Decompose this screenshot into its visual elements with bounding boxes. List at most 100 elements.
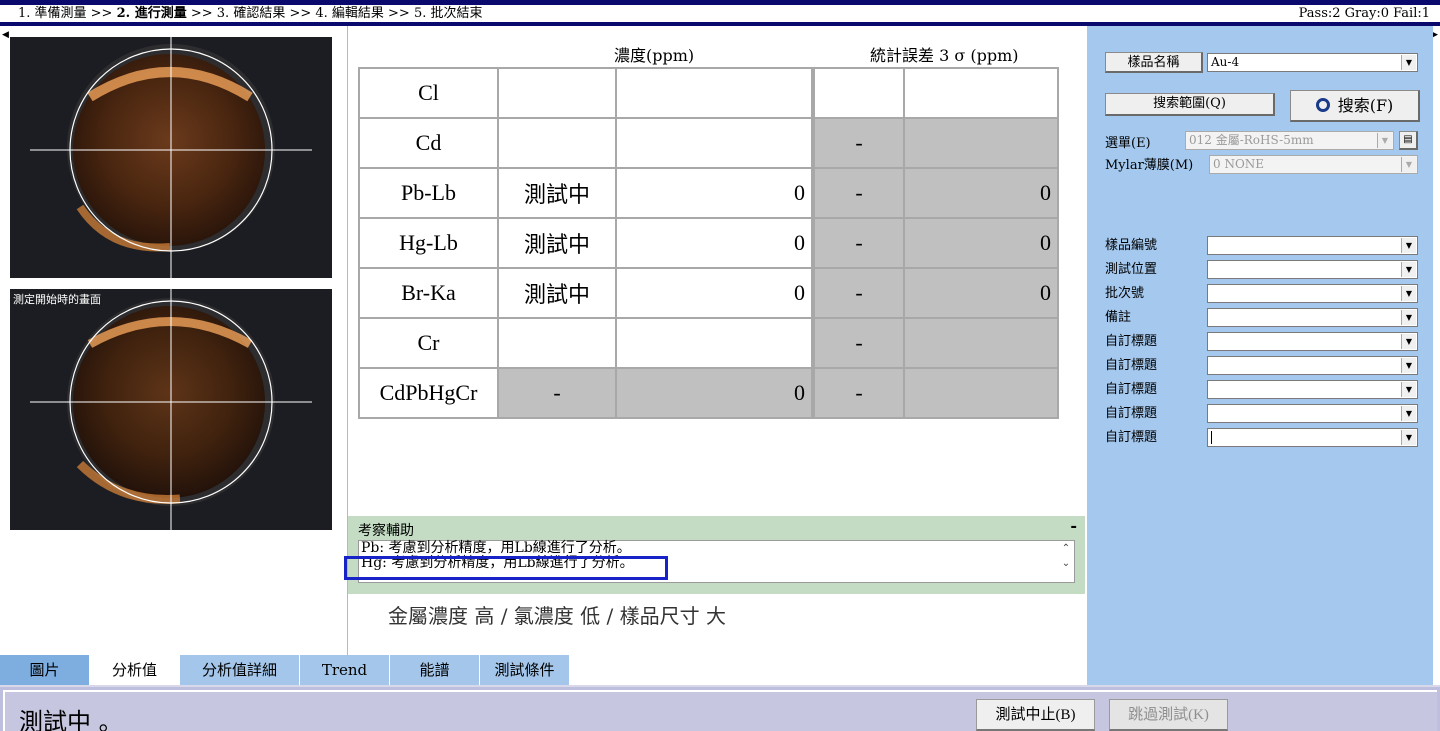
chevron-down-icon[interactable]: ▼ [1401, 55, 1416, 70]
concentration-cell: 0 [615, 267, 813, 319]
advice-panel: 考察輔助 - Pb: 考慮到分析精度，用Lb線進行了分析。 Hg: 考慮到分析精… [348, 516, 1085, 594]
status-cell: 測試中 [497, 267, 617, 319]
field-label: 備註 [1105, 310, 1132, 325]
advice-title: 考察輔助 [358, 523, 414, 539]
step-1: 1. 準備測量 >> [18, 6, 113, 21]
sigma-dash-cell: - [813, 367, 905, 419]
menu-label: 選單(E) [1105, 136, 1151, 151]
advice-line-pb: Pb: 考慮到分析精度，用Lb線進行了分析。 [361, 540, 631, 556]
field-select[interactable]: ▼ [1207, 404, 1418, 423]
sample-name-select[interactable]: Au-4 ▼ [1207, 53, 1418, 72]
chevron-down-icon[interactable]: ▼ [1401, 430, 1416, 445]
concentration-cell: 0 [615, 167, 813, 219]
tab-image[interactable]: 圖片 [0, 655, 90, 685]
tab-analysis-value[interactable]: 分析值 [90, 655, 180, 685]
field-select[interactable]: ▼ [1207, 428, 1418, 447]
step-bar: 1. 準備測量 >> 2. 進行測量 >> 3. 確認結果 >> 4. 編輯結果… [0, 5, 1440, 22]
status-cell [497, 117, 617, 169]
field-select[interactable]: ▼ [1207, 236, 1418, 255]
status-cell: - [497, 367, 617, 419]
status-cell: 測試中 [497, 167, 617, 219]
element-name-cell: Hg-Lb [358, 217, 499, 269]
chevron-down-icon[interactable]: ▼ [1377, 133, 1392, 148]
field-select[interactable]: ▼ [1207, 332, 1418, 351]
chevron-down-icon[interactable]: ▼ [1401, 334, 1416, 349]
field-select[interactable]: ▼ [1207, 356, 1418, 375]
concentration-cell: 0 [615, 217, 813, 269]
chevron-down-icon[interactable]: ▼ [1401, 238, 1416, 253]
mylar-value: 0 NONE [1213, 157, 1265, 171]
element-name-cell: Br-Ka [358, 267, 499, 319]
highlight-box [344, 556, 668, 580]
status-cell [497, 317, 617, 369]
field-select[interactable]: ▼ [1207, 260, 1418, 279]
tab-trend[interactable]: Trend [300, 655, 390, 685]
chevron-down-icon[interactable]: ▼ [1401, 262, 1416, 277]
step-2-active: 2. 進行測量 [116, 6, 187, 21]
search-button-label: 搜索(F) [1337, 96, 1394, 115]
sigma-value-cell: 0 [903, 267, 1059, 319]
col-header-concentration: 濃度(ppm) [614, 46, 695, 65]
tab-bar: 圖片 分析值 分析值詳細 Trend 能譜 測試條件 [0, 655, 570, 685]
start-image-label: 測定開始時的畫面 [13, 293, 101, 306]
tab-spectrum[interactable]: 能譜 [390, 655, 480, 685]
document-icon[interactable]: ▤ [1399, 131, 1418, 150]
sigma-dash-cell [813, 67, 905, 119]
field-label: 樣品編號 [1105, 238, 1158, 253]
field-label: 自訂標題 [1105, 406, 1158, 421]
tab-analysis-detail[interactable]: 分析值詳細 [180, 655, 300, 685]
field-select[interactable]: ▼ [1207, 380, 1418, 399]
step-list: 1. 準備測量 >> 2. 進行測量 >> 3. 確認結果 >> 4. 編輯結果… [18, 5, 482, 22]
results-row: Br-Ka 測試中 0-0 [358, 267, 1059, 319]
menu-select[interactable]: 012 金屬-RoHS-5mm ▼ [1185, 131, 1394, 150]
scroll-up-icon[interactable]: ⌃ [1058, 541, 1074, 556]
search-range-button[interactable]: 搜索範圍(Q) [1105, 93, 1275, 116]
sigma-dash-cell: - [813, 217, 905, 269]
chevron-down-icon[interactable]: ▼ [1401, 286, 1416, 301]
search-button[interactable]: 搜索(F) [1290, 90, 1420, 122]
mylar-select[interactable]: 0 NONE ▼ [1209, 155, 1418, 174]
field-select[interactable]: ▼ [1207, 308, 1418, 327]
search-icon [1315, 98, 1330, 112]
advice-minimize-button[interactable]: - [1070, 516, 1077, 535]
chevron-down-icon[interactable]: ▼ [1401, 310, 1416, 325]
chevron-down-icon[interactable]: ▼ [1401, 157, 1416, 172]
sample-summary: 金屬濃度 高 / 氯濃度 低 / 樣品尺寸 大 [388, 604, 726, 628]
skip-test-button[interactable]: 跳過測試(K) [1109, 699, 1228, 731]
sigma-value-cell [903, 67, 1059, 119]
step-3-5: >> 3. 確認結果 >> 4. 編輯結果 >> 5. 批次結束 [190, 6, 483, 21]
sigma-value-cell [903, 317, 1059, 369]
scroll-down-icon[interactable]: ⌄ [1058, 556, 1074, 571]
stop-test-button[interactable]: 測試中止(B) [976, 699, 1095, 731]
results-row: Pb-Lb 測試中 0-0 [358, 167, 1059, 219]
element-name-cell: CdPbHgCr [358, 367, 499, 419]
sigma-value-cell: 0 [903, 217, 1059, 269]
status-cell [497, 67, 617, 119]
concentration-cell [615, 117, 813, 169]
concentration-cell [615, 317, 813, 369]
collapse-left-arrow-icon[interactable]: ◀ [2, 30, 9, 40]
text-caret [1211, 431, 1212, 444]
sigma-value-cell [903, 117, 1059, 169]
chevron-down-icon[interactable]: ▼ [1401, 382, 1416, 397]
camera-image-live [10, 37, 332, 278]
field-label: 自訂標題 [1105, 382, 1158, 397]
sigma-value-cell: 0 [903, 167, 1059, 219]
field-select[interactable]: ▼ [1207, 284, 1418, 303]
status-cell: 測試中 [497, 217, 617, 269]
advice-scrollbar[interactable]: ⌃ ⌄ [1058, 541, 1074, 582]
field-label: 自訂標題 [1105, 358, 1158, 373]
sample-name-button[interactable]: 樣品名稱 [1105, 52, 1203, 73]
concentration-cell: 0 [615, 367, 813, 419]
results-row: Cd - [358, 117, 1059, 169]
results-table: Cl Cd - Pb-Lb 測試中 0-0 Hg-Lb 測試中 0-0 Br-Ka 測試中 0-0 Cr… [358, 67, 1059, 419]
results-row: Cl [358, 67, 1059, 119]
sigma-dash-cell: - [813, 167, 905, 219]
tab-test-conditions[interactable]: 測試條件 [480, 655, 570, 685]
results-row: Hg-Lb 測試中 0-0 [358, 217, 1059, 269]
camera-image-start: 測定開始時的畫面 [10, 289, 332, 530]
chevron-down-icon[interactable]: ▼ [1401, 406, 1416, 421]
element-name-cell: Cd [358, 117, 499, 169]
results-row: CdPbHgCr -0- [358, 367, 1059, 419]
chevron-down-icon[interactable]: ▼ [1401, 358, 1416, 373]
